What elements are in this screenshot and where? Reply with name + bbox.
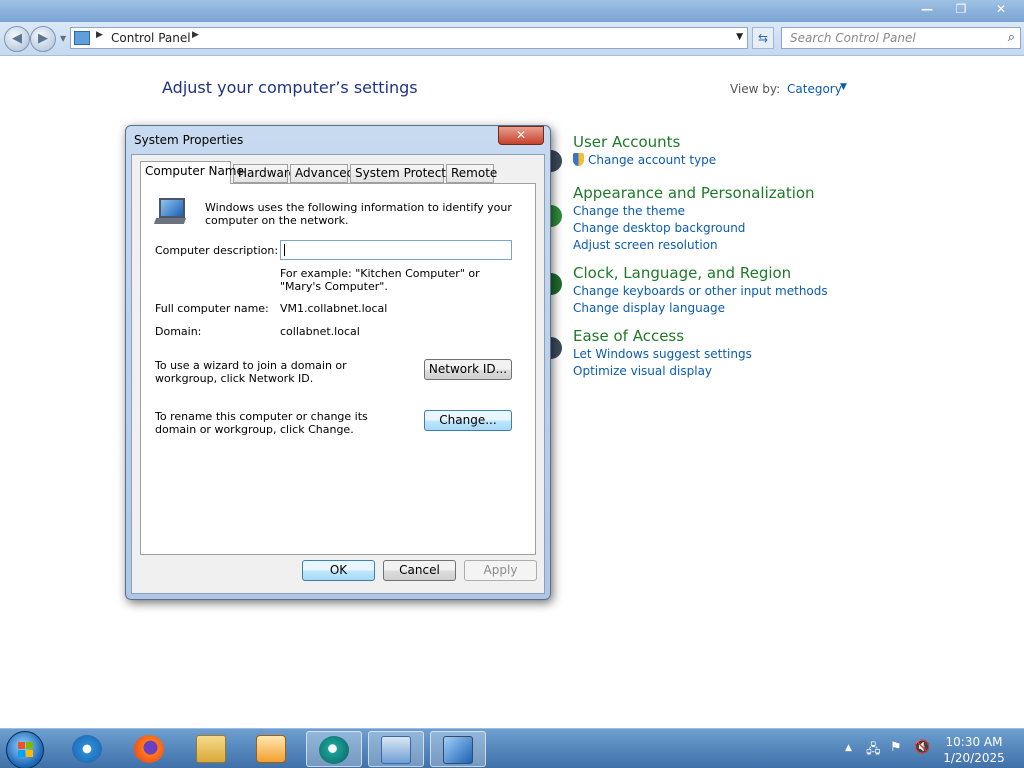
taskbar: ▲ 🖧 ⚑ 🔇 10:30 AM 1/20/2025: [0, 728, 1024, 768]
adjust-screen-resolution-link[interactable]: Adjust screen resolution: [573, 237, 815, 254]
category-heading[interactable]: Ease of Access: [573, 327, 752, 346]
category-appearance: Appearance and Personalization Change th…: [573, 184, 815, 254]
ok-button[interactable]: OK: [302, 560, 375, 581]
domain-value: collabnet.local: [280, 325, 360, 338]
refresh-icon: ⇆: [757, 31, 769, 45]
change-keyboards-link[interactable]: Change keyboards or other input methods: [573, 283, 828, 300]
internet-explorer-icon: [72, 735, 102, 763]
computer-description-label: Computer description:: [155, 244, 279, 257]
breadcrumb-control-panel[interactable]: Control Panel: [111, 31, 191, 45]
file-explorer-icon: [196, 735, 226, 763]
computer-description-field[interactable]: [280, 240, 512, 260]
back-arrow-icon: ◀: [12, 31, 22, 46]
taskbar-internet-explorer[interactable]: [60, 731, 116, 767]
tab-system-protection[interactable]: System Protection: [350, 164, 464, 183]
search-placeholder: Search Control Panel: [790, 31, 916, 45]
network-id-instructions: To use a wizard to join a domain or work…: [155, 359, 347, 385]
show-hidden-icons-icon[interactable]: ▲: [845, 743, 852, 753]
forward-button[interactable]: ▶: [30, 26, 56, 52]
change-button[interactable]: Change...: [424, 410, 512, 431]
taskbar-media-player[interactable]: [244, 731, 300, 767]
minimize-button[interactable]: —: [910, 0, 944, 20]
full-computer-name-label: Full computer name:: [155, 302, 269, 315]
text-caret: [284, 244, 285, 256]
domain-label: Domain:: [155, 325, 202, 338]
maximize-button[interactable]: ❐: [944, 0, 978, 20]
control-panel-icon: [74, 31, 90, 45]
refresh-button[interactable]: ⇆: [752, 27, 774, 49]
dialog-title: System Properties: [134, 133, 244, 147]
address-dropdown-icon[interactable]: ▼: [736, 32, 743, 42]
action-center-flag-icon[interactable]: ⚑: [890, 740, 902, 755]
search-icon[interactable]: ⌕: [1008, 30, 1015, 45]
recent-pages-dropdown-icon[interactable]: ▼: [60, 34, 66, 43]
media-player-icon: [256, 735, 286, 763]
windows-logo-icon: [18, 742, 34, 758]
apply-button[interactable]: Apply: [464, 560, 537, 581]
example-text: For example: "Kitchen Computer" or "Mary…: [280, 267, 480, 293]
full-computer-name-value: VM1.collabnet.local: [280, 302, 388, 315]
app-icon: [319, 736, 349, 764]
rename-instructions: To rename this computer or change its do…: [155, 410, 368, 436]
category-user-accounts: User Accounts Change account type: [573, 133, 716, 169]
system-properties-dialog: System Properties ✕ Computer Name Hardwa…: [125, 125, 551, 600]
computer-name-panel: Windows uses the following information t…: [140, 183, 536, 555]
category-clock-language-region: Clock, Language, and Region Change keybo…: [573, 264, 828, 317]
taskbar-system-properties[interactable]: [430, 731, 486, 767]
let-windows-suggest-settings-link[interactable]: Let Windows suggest settings: [573, 346, 752, 363]
forward-arrow-icon: ▶: [38, 31, 48, 46]
clock-date: 1/20/2025: [943, 751, 1005, 765]
tab-advanced[interactable]: Advanced: [290, 164, 354, 183]
cancel-button[interactable]: Cancel: [383, 560, 456, 581]
search-input[interactable]: Search Control Panel ⌕: [781, 27, 1021, 49]
computer-monitor-icon: [153, 198, 187, 226]
taskbar-app[interactable]: [306, 731, 362, 767]
clock-time: 10:30 AM: [945, 735, 1003, 749]
page-title: Adjust your computer’s settings: [162, 78, 418, 97]
change-display-language-link[interactable]: Change display language: [573, 300, 828, 317]
navigation-bar: ◀ ▶ ▼ ▶ Control Panel ▶ ▼ ⇆ Search Contr…: [0, 22, 1024, 56]
dropdown-arrow-icon[interactable]: ▼: [840, 82, 847, 92]
close-button[interactable]: ✕: [978, 0, 1024, 20]
taskbar-firefox[interactable]: [122, 731, 178, 767]
category-heading[interactable]: User Accounts: [573, 133, 716, 152]
change-theme-link[interactable]: Change the theme: [573, 203, 815, 220]
breadcrumb-arrow-icon[interactable]: ▶: [96, 30, 103, 40]
view-by-dropdown[interactable]: Category: [787, 82, 842, 96]
intro-text: Windows uses the following information t…: [205, 201, 512, 227]
network-icon[interactable]: 🖧: [866, 740, 881, 762]
category-ease-of-access: Ease of Access Let Windows suggest setti…: [573, 327, 752, 380]
window-titlebar: — ❐ ✕: [0, 0, 1024, 22]
window-controls: — ❐ ✕: [910, 0, 1024, 20]
category-heading[interactable]: Clock, Language, and Region: [573, 264, 828, 283]
network-id-button[interactable]: Network ID...: [424, 359, 512, 380]
dialog-close-button[interactable]: ✕: [498, 126, 544, 145]
volume-muted-icon[interactable]: 🔇: [914, 740, 930, 755]
start-button[interactable]: [6, 731, 44, 768]
back-button[interactable]: ◀: [4, 26, 30, 52]
change-desktop-background-link[interactable]: Change desktop background: [573, 220, 815, 237]
tab-remote[interactable]: Remote: [446, 164, 497, 183]
control-panel-icon: [381, 736, 411, 764]
tab-computer-name[interactable]: Computer Name: [140, 161, 244, 184]
address-bar[interactable]: ▶ Control Panel ▶ ▼: [70, 27, 748, 49]
breadcrumb-arrow-icon[interactable]: ▶: [192, 30, 199, 40]
category-heading[interactable]: Appearance and Personalization: [573, 184, 815, 203]
system-clock[interactable]: 10:30 AM 1/20/2025: [940, 734, 1008, 766]
system-properties-icon: [443, 736, 473, 764]
uac-shield-icon: [573, 153, 584, 166]
view-by-label: View by:: [730, 82, 781, 96]
taskbar-control-panel[interactable]: [368, 731, 424, 767]
taskbar-file-explorer[interactable]: [184, 731, 240, 767]
change-account-type-link[interactable]: Change account type: [573, 152, 716, 169]
optimize-visual-display-link[interactable]: Optimize visual display: [573, 363, 752, 380]
firefox-icon: [134, 735, 164, 763]
dialog-body: Computer Name Hardware Advanced System P…: [131, 154, 545, 594]
